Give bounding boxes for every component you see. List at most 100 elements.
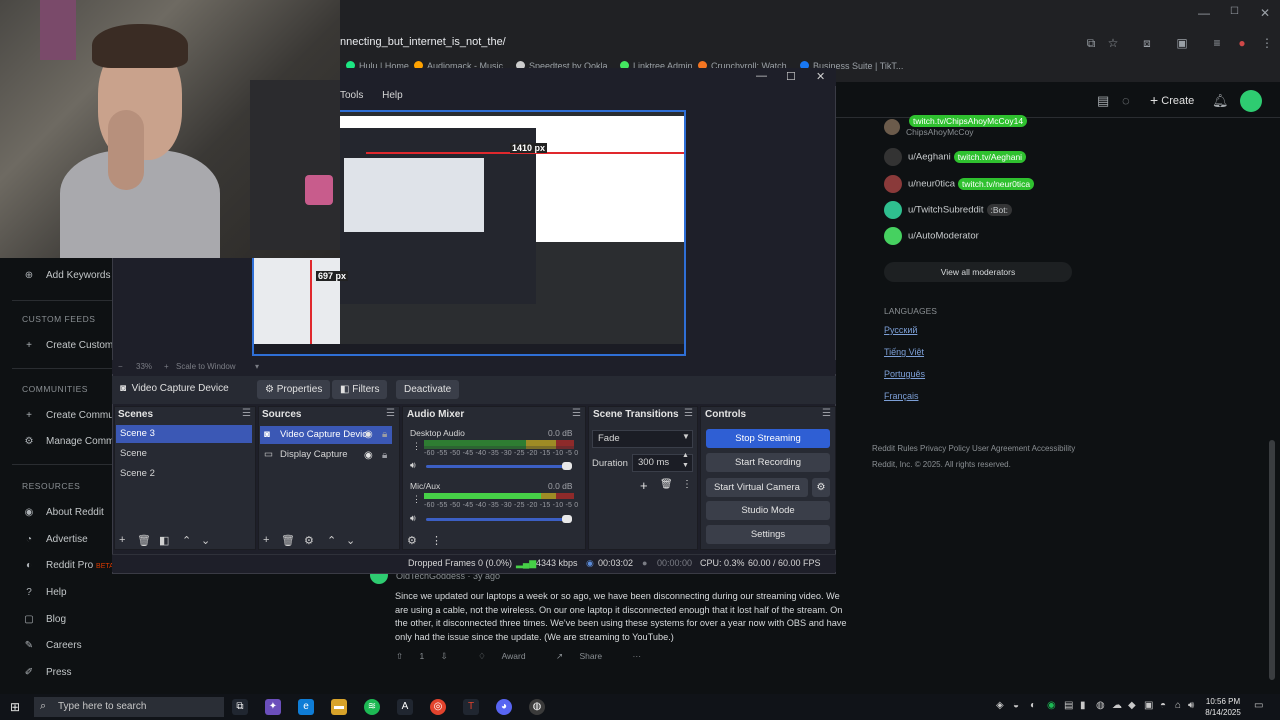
move-up-icon[interactable]: ⌃ (182, 534, 191, 547)
moderator-item[interactable]: u/TwitchSubreddit:Bot: (884, 201, 1012, 219)
page-scrollbar[interactable] (1269, 440, 1275, 680)
sidebar-create-community[interactable]: + Create Commu (22, 410, 114, 421)
browser-maximize-button[interactable]: ☐ (1230, 6, 1239, 17)
language-link[interactable]: Português (884, 369, 925, 379)
lock-icon[interactable]: 🔒︎ (382, 450, 387, 461)
notifications-icon[interactable]: ▭ (1254, 700, 1263, 711)
browser-close-button[interactable]: ✕ (1260, 6, 1270, 20)
sidebar-blog[interactable]: ▢ Blog (22, 614, 66, 625)
chevron-down-icon[interactable]: ▼ (682, 432, 690, 441)
tiktok-studio-icon[interactable]: T (463, 699, 479, 715)
moderator-item[interactable]: u/neur0tica twitch.tv/neur0tica (884, 175, 1035, 193)
award-button[interactable]: ♢ Award (478, 651, 539, 661)
obs-maximize-button[interactable]: ☐ (786, 70, 796, 83)
address-bar[interactable]: nnecting_but_internet_is_not_the/ (340, 36, 506, 48)
resources-heading[interactable]: RESOURCES (22, 481, 80, 491)
network-icon[interactable]: ⌂ (1175, 700, 1181, 711)
speaker-icon[interactable]: 🔊︎ (410, 513, 416, 524)
scene-filter-icon[interactable]: ◧ (159, 534, 169, 547)
chat-icon[interactable]: ◌ (1122, 93, 1130, 108)
moderator-item[interactable]: u/AutoModerator (884, 227, 979, 245)
windows-start-icon[interactable]: ⊞ (10, 700, 20, 714)
mixer-menu-icon[interactable]: ⋮ (431, 534, 442, 547)
copilot-icon[interactable]: ✦ (265, 699, 281, 715)
taskbar-search-input[interactable]: Type here to search (34, 697, 224, 717)
obs-icon[interactable]: ◍ (529, 699, 545, 715)
transition-menu-icon[interactable]: ⋮ (682, 479, 692, 490)
lock-icon[interactable]: 🔒︎ (382, 429, 387, 440)
sidebar-about-reddit[interactable]: ◉ About Reddit (22, 507, 104, 518)
gear-icon[interactable]: ⚙ (812, 478, 830, 497)
taskbar-clock[interactable]: 10:56 PM 8/14/2025 (1200, 696, 1246, 718)
add-scene-icon[interactable]: + (119, 534, 125, 546)
zoom-mode[interactable]: Scale to Window (176, 362, 236, 371)
tray-app-icon[interactable]: ▤ (1064, 700, 1073, 711)
properties-button[interactable]: ⚙ Properties (257, 380, 331, 399)
extensions-icon[interactable]: ⧈ (1140, 36, 1154, 50)
more-options-button[interactable]: ··· (633, 651, 642, 661)
zoom-in-icon[interactable]: + (164, 362, 169, 371)
start-virtual-camera-button[interactable]: Start Virtual Camera (706, 478, 808, 497)
tray-app-icon[interactable]: ◈ (996, 700, 1004, 711)
create-button[interactable]: + Create (1150, 92, 1194, 108)
scene-item[interactable]: Scene (116, 445, 252, 463)
deactivate-button[interactable]: Deactivate (396, 380, 460, 399)
sidebar-advertise[interactable]: ◔ Advertise (22, 534, 88, 545)
bookmark-star-icon[interactable]: ☆ (1106, 36, 1120, 50)
notification-bell-icon[interactable]: 🔔︎ (1212, 93, 1229, 109)
language-link[interactable]: Русский (884, 325, 917, 335)
channel-menu-icon[interactable]: ⋮ (412, 494, 421, 505)
add-transition-icon[interactable]: + (640, 478, 648, 493)
transition-select[interactable]: Fade (592, 430, 693, 448)
dock-menu-icon[interactable]: ☰ (386, 408, 395, 419)
volume-icon[interactable]: 🔊︎ (1188, 700, 1194, 711)
sidebar-create-custom-feed[interactable]: + Create Custom (22, 340, 113, 351)
dock-menu-icon[interactable]: ☰ (242, 408, 251, 419)
moderator-item[interactable]: twitch.tv/ChipsAhoyMcCoy14 ChipsAhoyMcCoy (884, 115, 1028, 138)
obs-minimize-button[interactable]: — (756, 70, 767, 82)
volume-slider[interactable] (426, 518, 572, 521)
volume-knob[interactable] (562, 462, 572, 470)
move-down-icon[interactable]: ⌄ (346, 534, 355, 547)
speaker-icon[interactable]: 🔊︎ (410, 460, 416, 471)
stop-streaming-button[interactable]: Stop Streaming (706, 429, 830, 448)
studio-mode-button[interactable]: Studio Mode (706, 501, 830, 520)
user-avatar[interactable] (1240, 90, 1262, 112)
moderator-item[interactable]: u/Aeghani twitch.tv/Aeghani (884, 148, 1027, 166)
menu-help[interactable]: Help (382, 90, 403, 101)
channel-menu-icon[interactable]: ⋮ (412, 441, 421, 452)
tray-app-icon[interactable]: ◐ (1030, 700, 1036, 711)
sidebar-careers[interactable]: ✎ Careers (22, 640, 82, 651)
profile-icon[interactable]: ● (1235, 36, 1249, 50)
chrome-icon[interactable]: ◎ (430, 699, 446, 715)
tray-app-icon[interactable]: ▣ (1144, 700, 1153, 711)
sidebar-add-keywords[interactable]: ⊕ Add Keywords (22, 270, 111, 281)
dock-menu-icon[interactable]: ☰ (572, 408, 581, 419)
cloud-icon[interactable]: ☁ (1112, 700, 1122, 711)
share-button[interactable]: ↗ Share (556, 651, 616, 661)
file-explorer-icon[interactable]: ▬ (331, 699, 347, 715)
custom-feeds-heading[interactable]: CUSTOM FEEDS (22, 314, 95, 324)
remove-scene-icon[interactable]: 🗑︎ (137, 534, 151, 547)
scene-item[interactable]: Scene 3 (116, 425, 252, 443)
zoom-level[interactable]: 33% (136, 362, 152, 371)
filters-button[interactable]: ◧ Filters (332, 380, 388, 399)
zoom-out-icon[interactable]: − (118, 362, 123, 371)
dock-menu-icon[interactable]: ☰ (684, 408, 693, 419)
source-properties-icon[interactable]: ⚙ (304, 534, 314, 547)
browser-minimize-button[interactable]: — (1198, 6, 1210, 20)
advertise-icon[interactable]: ▤ (1097, 93, 1109, 109)
advanced-audio-icon[interactable]: ⚙ (407, 534, 417, 547)
tray-app-icon[interactable]: ◆ (1128, 700, 1136, 711)
dock-menu-icon[interactable]: ☰ (822, 408, 831, 419)
tray-app-icon[interactable]: ◓ (1160, 700, 1166, 711)
install-icon[interactable]: ⧉ (1084, 36, 1098, 50)
stepper-up-icon[interactable]: ▲ (682, 452, 689, 459)
app-icon[interactable]: A (397, 699, 413, 715)
sidebar-reddit-pro[interactable]: ◐ Reddit Pro BETA (22, 560, 114, 571)
add-source-icon[interactable]: + (263, 534, 269, 546)
language-link[interactable]: Tiếng Việt (884, 347, 924, 357)
move-down-icon[interactable]: ⌄ (201, 534, 210, 547)
sidebar-manage-communities[interactable]: ⚙ Manage Comm (22, 436, 115, 447)
zoom-dropdown-icon[interactable]: ▾ (255, 362, 259, 371)
